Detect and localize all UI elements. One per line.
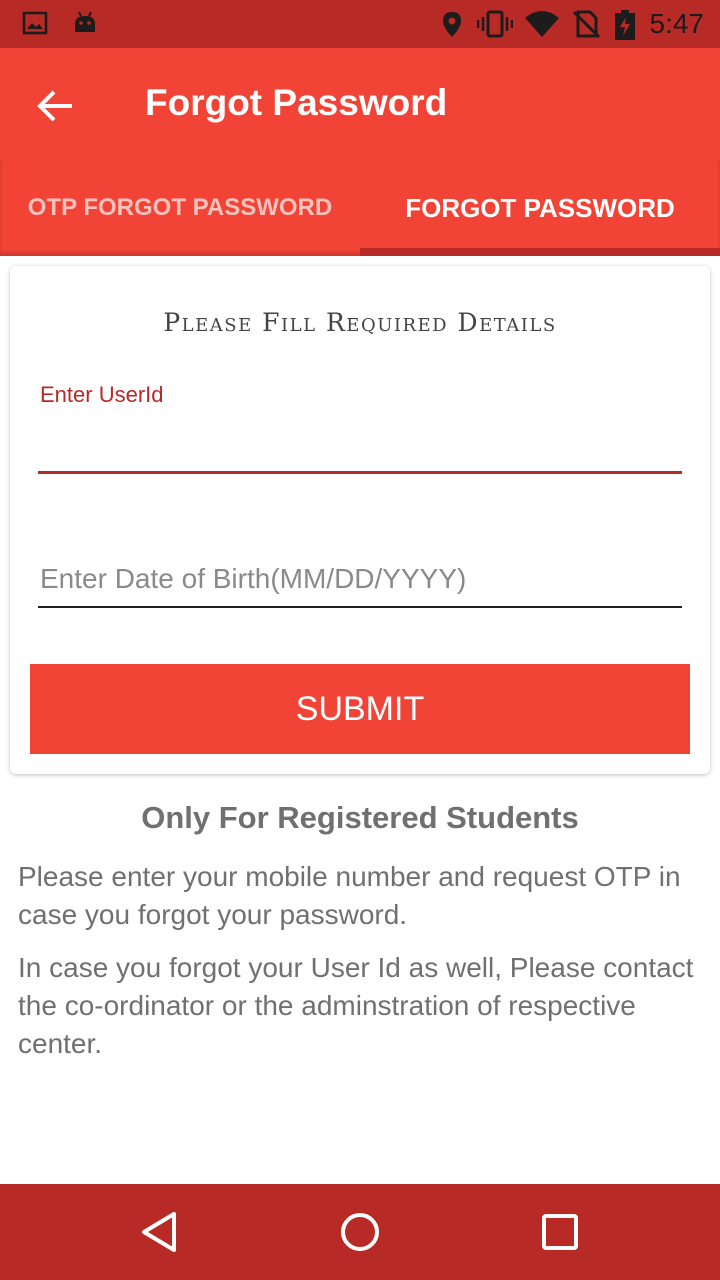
system-nav-bar [0,1184,720,1280]
circle-home-icon [341,1213,379,1251]
form-heading: Please Fill Required Details [163,308,557,337]
nav-home-button[interactable] [336,1208,384,1256]
userid-label: Enter UserId [40,382,164,407]
info-title: Only For Registered Students [141,800,579,835]
vibrate-icon [477,10,513,38]
triangle-back-icon [142,1212,176,1252]
date-of-birth-input[interactable] [38,552,682,608]
battery-charging-icon [615,10,635,40]
nav-back-button[interactable] [136,1208,184,1256]
wifi-icon [525,11,559,37]
info-paragraph-userid: In case you forgot your User Id as well,… [18,952,694,1059]
app-bar: Forgot Password [0,48,720,160]
status-bar: 5:47 [0,0,720,48]
tab-indicator [360,248,720,256]
submit-button[interactable]: SUBMIT [30,664,690,754]
tab-otp-forgot-password[interactable]: OTP FORGOT PASSWORD [0,160,360,256]
tab-forgot-password[interactable]: FORGOT PASSWORD [360,160,720,256]
no-sim-icon [572,10,600,38]
android-icon [75,11,95,32]
page-title: Forgot Password [145,82,448,123]
image-icon [22,11,48,35]
nav-recents-button[interactable] [536,1208,584,1256]
back-button[interactable] [28,78,84,134]
location-icon [443,12,461,37]
status-time: 5:47 [649,8,705,39]
userid-input[interactable] [38,416,682,474]
tab-bar: OTP FORGOT PASSWORD FORGOT PASSWORD [0,160,720,256]
info-paragraph-otp: Please enter your mobile number and requ… [18,861,681,930]
square-recents-icon [542,1214,578,1250]
form-card: Please Fill Required Details Enter UserI… [10,266,710,774]
arrow-back-icon [37,90,72,122]
